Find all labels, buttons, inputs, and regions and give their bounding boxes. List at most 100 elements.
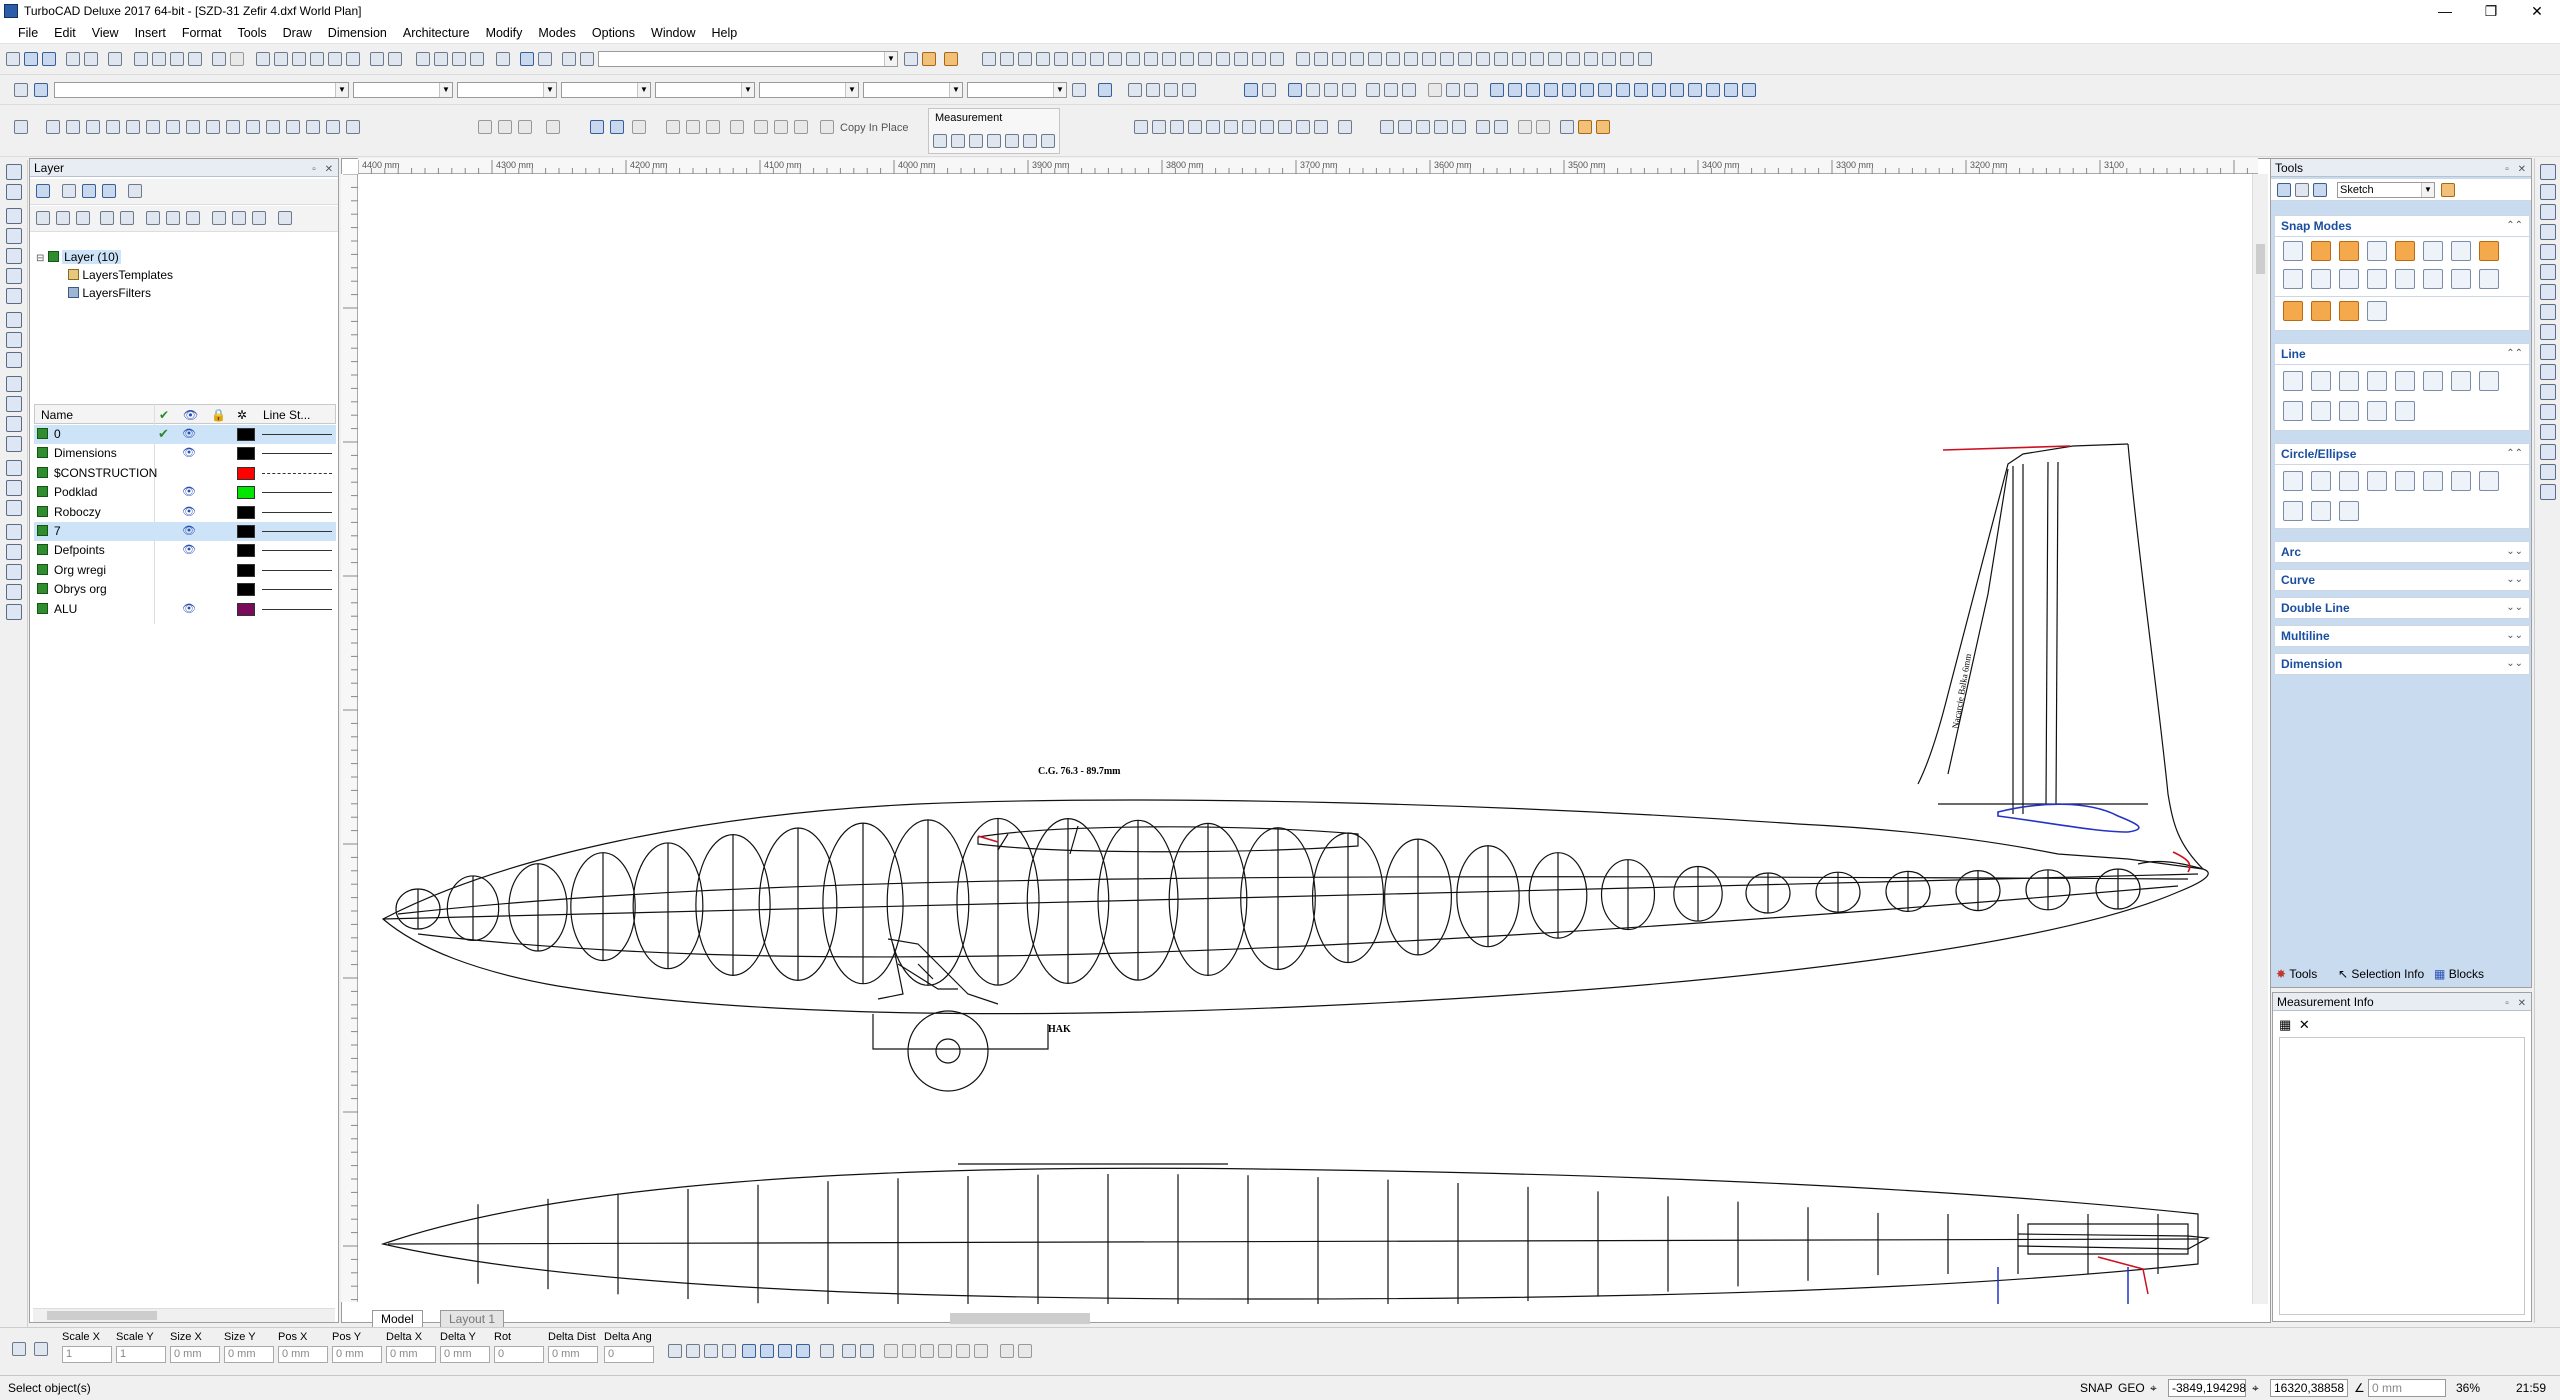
grid-icon[interactable]: ▦ [2279,1017,2291,1032]
section-arc[interactable]: Arc ⌄⌄ [2274,541,2530,563]
layer-row[interactable]: 7 👁 [34,522,336,541]
expand-icon[interactable]: ⌄⌄ [2506,626,2523,646]
layer-line-style[interactable] [262,589,332,591]
inspector-field-value[interactable]: 0 mm [386,1346,436,1363]
snap-vertex-mode-icon[interactable] [2311,241,2331,261]
pointer-icon[interactable] [1244,83,1258,97]
measure-perimeter-icon[interactable] [1023,134,1037,148]
arrange-icon[interactable] [1584,52,1598,66]
help-pointer-icon[interactable] [904,52,918,66]
circle-2pt-icon[interactable] [2339,471,2359,491]
align-icon[interactable] [1566,52,1580,66]
boolean-side-icon[interactable] [6,524,22,540]
close-button[interactable]: ✕ [2514,0,2560,22]
col-lock-icon[interactable]: 🔒 [211,408,226,422]
layer-row[interactable]: Defpoints 👁 [34,541,336,560]
callout-tool-icon[interactable] [1434,120,1448,134]
layer-color-swatch[interactable] [237,486,255,500]
table-tool-icon[interactable] [1452,120,1466,134]
layer-color-swatch[interactable] [237,447,255,461]
copy-radial-icon[interactable] [706,120,720,134]
insp-tool-16-icon[interactable] [956,1344,970,1358]
status-snap[interactable]: SNAP [2080,1381,2113,1395]
sphere-icon[interactable] [86,120,100,134]
undo-icon[interactable] [212,52,226,66]
box-front-icon[interactable] [1490,83,1504,97]
lock-icon[interactable] [1428,83,1442,97]
tree-item-filters[interactable]: LayersFilters [68,286,151,300]
offset-icon[interactable] [1458,52,1472,66]
inspector-field-value[interactable]: 0 [604,1346,654,1363]
canvas-vscroll[interactable] [2252,174,2268,1304]
snap-ortho-mode-icon[interactable] [2311,301,2331,321]
collapse-icon[interactable]: ⌃⌃ [2506,344,2523,364]
block-tool-icon[interactable] [1518,120,1532,134]
snap-hatch-mode-icon[interactable] [2479,269,2499,289]
fill-combo[interactable]: ▼ [655,82,755,98]
inspector-field-value[interactable]: 0 mm [548,1346,598,1363]
cut-icon[interactable] [134,52,148,66]
menu-options[interactable]: Options [584,26,643,40]
spline-tool-icon[interactable] [1242,120,1256,134]
insp-tool-8-icon[interactable] [796,1344,810,1358]
right-tool-15-icon[interactable] [2540,444,2556,460]
box-iso4-icon[interactable] [1652,83,1666,97]
door-icon[interactable] [6,584,22,600]
visible-eye-icon[interactable]: 👁 [182,446,196,459]
chamfer-edge-icon[interactable] [610,120,624,134]
circle-tangent-icon[interactable] [2395,471,2415,491]
snap-magnet-icon[interactable] [2283,301,2303,321]
properties-icon[interactable] [108,52,122,66]
inspector-field-value[interactable]: 0 mm [224,1346,274,1363]
right-tool-1-icon[interactable] [2540,164,2556,180]
tree-item-templates[interactable]: LayersTemplates [68,268,173,282]
snap-intersection-icon[interactable] [1072,52,1086,66]
visible-eye-icon[interactable]: 👁 [182,505,196,518]
layer-row[interactable]: ALU 👁 [34,600,336,619]
right-tool-9-icon[interactable] [2540,324,2556,340]
layer-color-swatch[interactable] [237,428,255,441]
command-combo[interactable]: ▼ [598,51,898,67]
color-combo[interactable]: ▼ [353,82,453,98]
measure-table-icon[interactable] [987,134,1001,148]
right-tool-13-icon[interactable] [2540,404,2556,420]
inspector-field-value[interactable]: 0 [494,1346,544,1363]
open-icon[interactable] [24,52,38,66]
snap-relative-icon[interactable] [1270,52,1284,66]
rotate-icon[interactable] [1314,52,1328,66]
snap-ortho-icon[interactable] [1216,52,1230,66]
layer-row[interactable]: $CONSTRUCTION [34,464,336,483]
snap-grid-mode-icon[interactable] [2283,269,2303,289]
layer-row[interactable]: Roboczy 👁 [34,503,336,522]
line-icon[interactable] [6,208,22,224]
dimension-tool-icon[interactable] [1398,120,1412,134]
parallel-line-icon[interactable] [2479,371,2499,391]
stack-top-icon[interactable] [1342,83,1356,97]
polyline-icon[interactable] [1152,120,1166,134]
arrow-select-icon[interactable] [6,164,22,180]
stack-up-icon[interactable] [1306,83,1320,97]
tangent-line-icon[interactable] [2283,401,2303,421]
circle-tan-2-icon[interactable] [2423,471,2443,491]
menu-insert[interactable]: Insert [127,26,174,40]
cone-icon[interactable] [126,120,140,134]
snap-tangent-icon[interactable] [1090,52,1104,66]
insp-tool-1-icon[interactable] [668,1344,682,1358]
box-iso7-icon[interactable] [1706,83,1720,97]
layer-line-style[interactable] [262,608,332,610]
collapse-icon[interactable]: ⌃⌃ [2506,216,2523,236]
group-icon[interactable] [1602,52,1616,66]
face-icon[interactable] [632,120,646,134]
expand-icon[interactable]: ⌄⌄ [2506,598,2523,618]
new-icon[interactable] [6,52,20,66]
right-tool-10-icon[interactable] [2540,344,2556,360]
layer-line-style[interactable] [262,511,332,513]
layer-color-swatch[interactable] [237,466,255,480]
stretch-icon[interactable] [1368,52,1382,66]
window-icon[interactable] [6,604,22,620]
snap-perpendicular-icon[interactable] [1108,52,1122,66]
box-iso3-icon[interactable] [1634,83,1648,97]
right-tool-8-icon[interactable] [2540,304,2556,320]
tab-tools[interactable]: ✸ Tools [2276,967,2317,981]
snap-direction-icon[interactable] [1234,52,1248,66]
